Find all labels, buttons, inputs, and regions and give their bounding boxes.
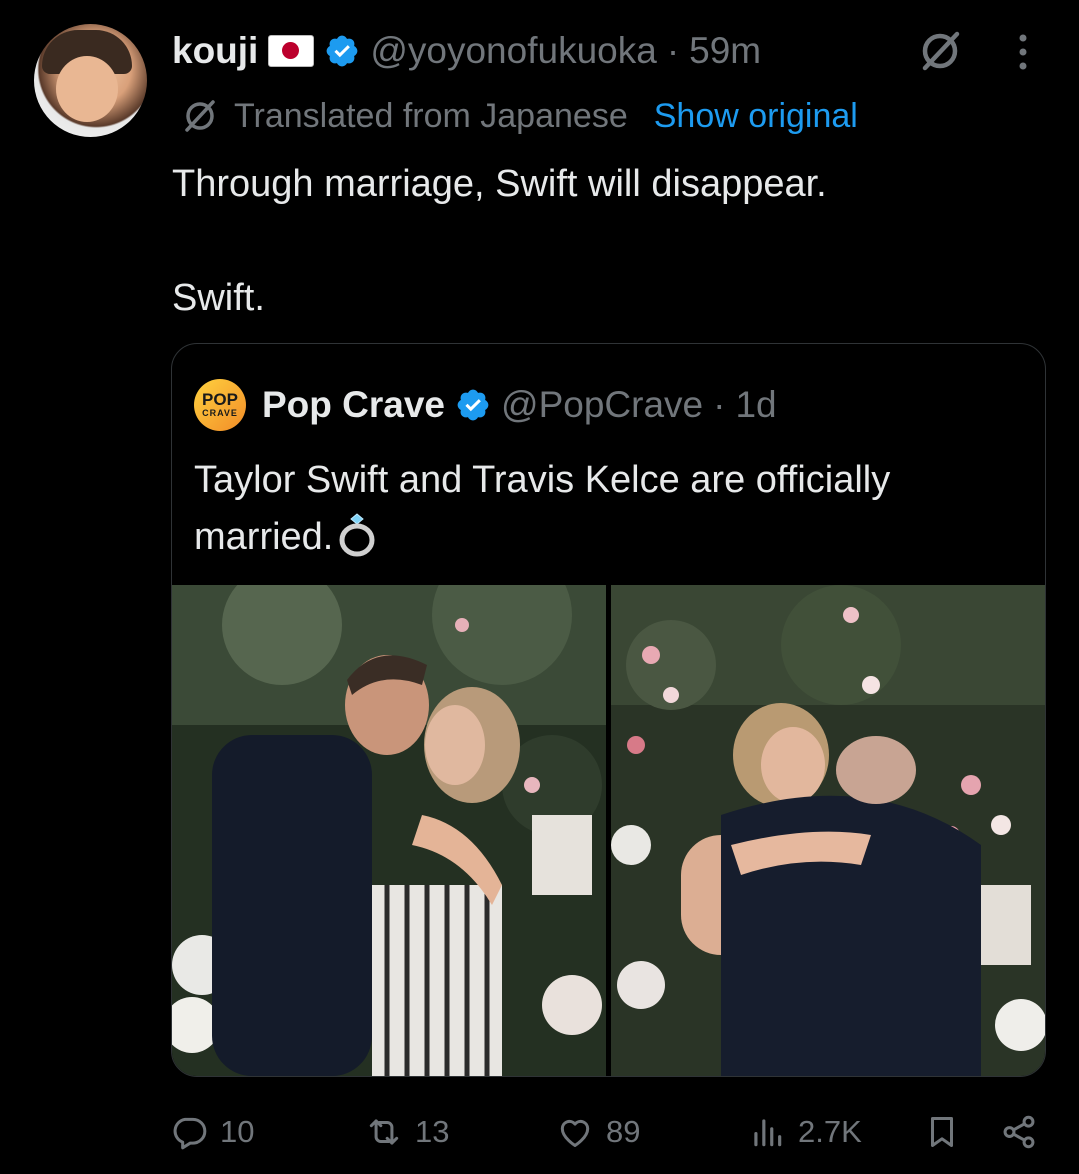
photo-image xyxy=(172,585,606,1076)
views-button[interactable]: 2.7K xyxy=(748,1108,862,1156)
quote-header: POP CRAVE Pop Crave @PopCrave · 1d xyxy=(194,379,777,431)
views-icon xyxy=(754,1119,782,1147)
reply-count: 10 xyxy=(220,1114,255,1149)
quote-author-handle[interactable]: @PopCrave xyxy=(501,384,703,426)
quote-author-name[interactable]: Pop Crave xyxy=(262,384,445,426)
logo-text-pop: POP xyxy=(202,390,238,409)
quote-timestamp[interactable]: 1d xyxy=(735,384,776,426)
more-icon[interactable] xyxy=(1010,30,1036,74)
translated-label: Translated from Japanese xyxy=(234,96,628,135)
share-icon xyxy=(1003,1115,1035,1149)
quote-text-block: Taylor Swift and Travis Kelce are offici… xyxy=(194,452,1024,566)
separator-dot: · xyxy=(713,384,726,425)
translate-icon xyxy=(185,100,215,132)
like-icon xyxy=(560,1119,590,1147)
repost-count: 13 xyxy=(415,1114,450,1149)
views-count: 2.7K xyxy=(798,1114,862,1149)
verified-icon xyxy=(457,389,489,421)
timestamp[interactable]: 59m xyxy=(689,30,761,72)
pop-crave-logo[interactable]: POP CRAVE xyxy=(194,379,246,431)
repost-button[interactable]: 13 xyxy=(365,1108,449,1156)
translation-notice: Translated from Japanese Show original xyxy=(180,94,858,138)
like-button[interactable]: 89 xyxy=(556,1108,640,1156)
tweet-header: kouji @yoyonofukuoka · 59m xyxy=(172,26,761,76)
bookmark-icon xyxy=(930,1117,954,1147)
avatar[interactable] xyxy=(34,24,147,137)
photo-image xyxy=(611,585,1045,1076)
logo-text-crave: CRAVE xyxy=(202,408,238,418)
repost-icon xyxy=(369,1119,399,1145)
quote-tweet-card[interactable]: POP CRAVE Pop Crave @PopCrave · 1d Taylo… xyxy=(171,343,1046,1077)
japan-flag-icon xyxy=(268,35,315,67)
like-count: 89 xyxy=(606,1114,641,1149)
reply-icon xyxy=(173,1117,207,1150)
quote-text: Taylor Swift and Travis Kelce are offici… xyxy=(194,459,891,558)
verified-icon xyxy=(326,35,358,67)
author-handle[interactable]: @yoyonofukuoka xyxy=(370,30,656,72)
separator-dot: · xyxy=(666,30,680,71)
tweet-text: Through marriage, Swift will disappear. … xyxy=(172,163,827,319)
show-original-link[interactable]: Show original xyxy=(654,97,858,136)
share-button[interactable] xyxy=(1000,1108,1038,1156)
avatar-face xyxy=(56,56,118,122)
bookmark-button[interactable] xyxy=(923,1108,961,1156)
grok-icon[interactable] xyxy=(915,26,965,76)
reply-button[interactable]: 10 xyxy=(170,1108,254,1156)
ring-icon xyxy=(339,513,375,557)
action-bar: 10 13 89 2.7K xyxy=(170,1108,1040,1156)
author-name[interactable]: kouji xyxy=(172,30,258,72)
wedding-photo-hug[interactable] xyxy=(611,585,1045,1076)
wedding-photo-kiss[interactable] xyxy=(172,585,606,1076)
